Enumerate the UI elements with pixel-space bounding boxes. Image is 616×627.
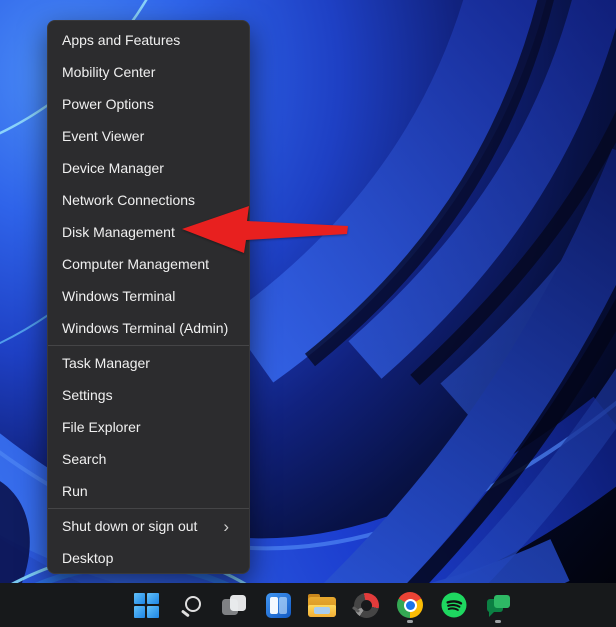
taskbar	[0, 583, 616, 627]
menu-item-desktop[interactable]: Desktop	[48, 542, 249, 574]
menu-item-label: Disk Management	[62, 224, 175, 240]
menu-item-label: Task Manager	[62, 355, 150, 371]
spotify-icon	[441, 592, 467, 618]
menu-item-label: Windows Terminal	[62, 288, 175, 304]
menu-item-label: Computer Management	[62, 256, 209, 272]
menu-item-label: Mobility Center	[62, 64, 155, 80]
menu-item-file-explorer[interactable]: File Explorer	[48, 411, 249, 443]
menu-item-apps-and-features[interactable]: Apps and Features	[48, 24, 249, 56]
menu-item-label: Network Connections	[62, 192, 195, 208]
menu-item-task-manager[interactable]: Task Manager	[48, 347, 249, 379]
menu-item-settings[interactable]: Settings	[48, 379, 249, 411]
menu-item-label: Run	[62, 483, 88, 499]
running-indicator	[407, 620, 413, 623]
windows-logo-icon	[134, 593, 159, 618]
folder-icon	[308, 594, 336, 617]
menu-item-label: Event Viewer	[62, 128, 144, 144]
menu-item-shut-down-or-sign-out[interactable]: Shut down or sign out ›	[48, 510, 249, 542]
ring-app-icon	[354, 593, 379, 618]
menu-separator	[48, 508, 249, 509]
start-button[interactable]	[132, 585, 160, 625]
menu-item-label: File Explorer	[62, 419, 141, 435]
widgets-button[interactable]	[264, 585, 292, 625]
menu-item-label: Desktop	[62, 550, 113, 566]
search-icon	[178, 593, 202, 617]
spotify-button[interactable]	[440, 585, 468, 625]
menu-item-label: Device Manager	[62, 160, 164, 176]
menu-item-label: Apps and Features	[62, 32, 180, 48]
desktop-screen: Apps and Features Mobility Center Power Op…	[0, 0, 616, 627]
menu-item-label: Settings	[62, 387, 113, 403]
chrome-icon	[397, 592, 423, 618]
menu-item-label: Windows Terminal (Admin)	[62, 320, 228, 336]
menu-item-device-manager[interactable]: Device Manager	[48, 152, 249, 184]
menu-item-label: Power Options	[62, 96, 154, 112]
menu-item-label: Search	[62, 451, 106, 467]
task-view-button[interactable]	[220, 585, 248, 625]
menu-item-network-connections[interactable]: Network Connections	[48, 184, 249, 216]
menu-item-windows-terminal-admin[interactable]: Windows Terminal (Admin)	[48, 312, 249, 344]
menu-item-search[interactable]: Search	[48, 443, 249, 475]
file-explorer-button[interactable]	[308, 585, 336, 625]
taskbar-icon-group	[132, 585, 512, 625]
google-chat-button[interactable]	[484, 585, 512, 625]
menu-item-computer-management[interactable]: Computer Management	[48, 248, 249, 280]
menu-item-power-options[interactable]: Power Options	[48, 88, 249, 120]
submenu-chevron-icon: ›	[223, 518, 229, 535]
menu-item-label: Shut down or sign out	[62, 518, 197, 534]
menu-separator	[48, 345, 249, 346]
chrome-button[interactable]	[396, 585, 424, 625]
winx-context-menu: Apps and Features Mobility Center Power Op…	[47, 20, 250, 574]
menu-item-mobility-center[interactable]: Mobility Center	[48, 56, 249, 88]
google-chat-icon	[486, 593, 511, 618]
ring-app-button[interactable]	[352, 585, 380, 625]
taskbar-search-button[interactable]	[176, 585, 204, 625]
widgets-icon	[266, 593, 291, 618]
menu-item-event-viewer[interactable]: Event Viewer	[48, 120, 249, 152]
task-view-icon	[221, 592, 247, 618]
menu-item-run[interactable]: Run	[48, 475, 249, 507]
menu-item-windows-terminal[interactable]: Windows Terminal	[48, 280, 249, 312]
menu-item-disk-management[interactable]: Disk Management	[48, 216, 249, 248]
running-indicator	[495, 620, 501, 623]
